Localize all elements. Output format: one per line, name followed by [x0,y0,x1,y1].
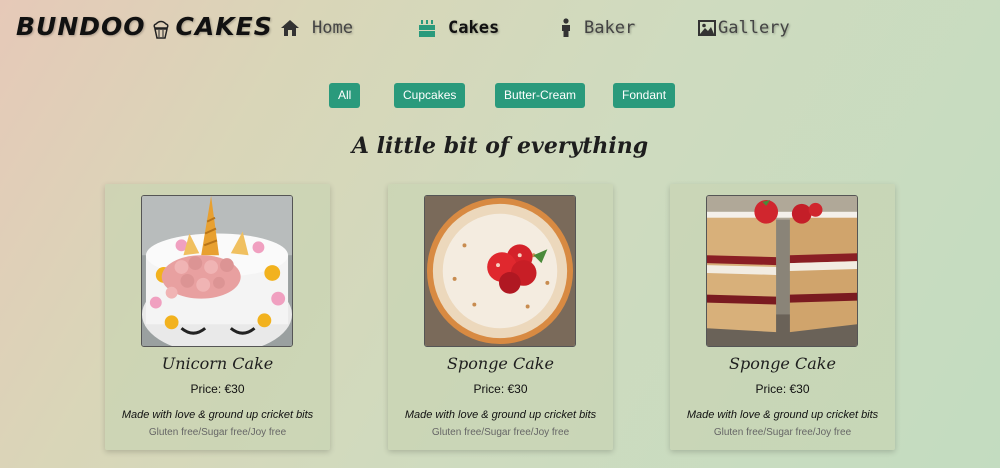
filter-butter-cream-button[interactable]: Butter-Cream [495,83,586,108]
product-name: Sponge Cake [447,354,554,373]
product-name: Unicorn Cake [161,354,274,373]
nav-item-baker[interactable]: Baker [560,14,635,42]
nav-item-cakes[interactable]: Cakes [418,14,499,42]
brand-text-right: CAKES [175,12,273,41]
product-price: Price: €30 [755,382,810,396]
product-price: Price: €30 [190,382,245,396]
product-name: Sponge Cake [729,354,836,373]
product-card[interactable]: Unicorn Cake Price: €30 Made with love &… [105,184,330,450]
nav-label-cakes: Cakes [448,18,500,38]
product-diet-info: Gluten free/Sugar free/Joy free [431,427,570,438]
product-diet-info: Gluten free/Sugar free/Joy free [713,427,852,438]
filter-fondant-button[interactable]: Fondant [613,83,676,108]
home-icon [280,19,300,37]
nav-item-gallery[interactable]: Gallery [698,14,790,42]
unicorn-cake-photo [141,195,293,347]
image-icon [698,20,716,36]
sponge-cake-strawberry-photo [424,195,576,347]
product-description: Made with love & ground up cricket bits [404,409,597,421]
product-card[interactable]: Sponge Cake Price: €30 Made with love & … [670,184,895,450]
person-icon [560,18,572,38]
site-header: BUNDOO CAKES Home Cakes Baker Gallery [0,0,1000,56]
cupcake-icon [152,17,170,39]
filter-all-button[interactable]: All [329,83,361,108]
cake-icon [418,18,436,38]
nav-label-baker: Baker [584,18,636,38]
product-description: Made with love & ground up cricket bits [686,409,879,421]
nav-item-home[interactable]: Home [280,14,353,42]
product-price: Price: €30 [473,382,528,396]
filter-cupcakes-button[interactable]: Cupcakes [394,83,466,108]
brand-text-left: BUNDOO [16,12,146,41]
product-description: Made with love & ground up cricket bits [121,409,314,421]
product-card[interactable]: Sponge Cake Price: €30 Made with love & … [388,184,613,450]
nav-label-home: Home [312,18,353,38]
section-title: A little bit of everything [351,133,649,159]
brand-logo[interactable]: BUNDOO CAKES [16,12,273,41]
product-diet-info: Gluten free/Sugar free/Joy free [148,427,287,438]
sponge-cake-slice-photo [706,195,858,347]
nav-label-gallery: Gallery [718,18,790,38]
